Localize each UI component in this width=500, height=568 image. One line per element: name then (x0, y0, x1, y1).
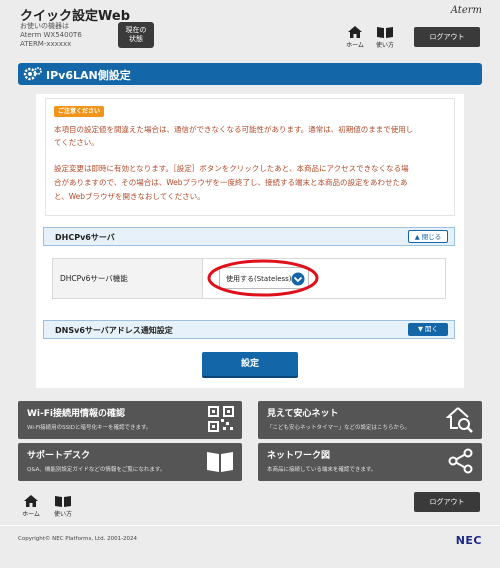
dhcp-section-close-button[interactable]: ▲ 閉じる (408, 230, 448, 243)
dns-section-open-label: 開く (425, 325, 439, 333)
footer-divider (0, 525, 500, 526)
tile-title: Wi-Fi接続用情報の確認 (27, 409, 125, 419)
dns-section-header: DNSv6サーバアドレス通知設定 ▼ 開く (43, 320, 455, 339)
tile-title: サポートデスク (27, 451, 91, 461)
tile-desc: Q&A、機能別設定ガイドなどの情報をご覧になれます。 (27, 467, 166, 473)
home-icon (24, 495, 38, 507)
dns-section-open-button[interactable]: ▼ 開く (408, 323, 448, 336)
warning-text-1: 本項目の設定値を間違えた場合は、通信ができなくなる可能性があります。通常は、初期… (54, 125, 414, 134)
page-title: IPv6LAN側設定 (46, 69, 131, 82)
tile-network-map[interactable]: ネットワーク図 本商品に接続している端末を確認できます。 (258, 443, 482, 481)
warning-text-4: 合がありますので、その場合は、Webブラウザを一度終了し、接続する端末と本商品の… (54, 178, 408, 187)
nav-home-label: ホーム (346, 42, 364, 49)
dhcp-section-header: DHCPv6サーバ ▲ 閉じる (43, 227, 455, 246)
tile-wifi-info[interactable]: Wi-Fi接続用情報の確認 Wi-Fi接続用のSSIDと暗号化キーを確認できます… (18, 401, 242, 439)
nav-home-label: ホーム (22, 511, 40, 518)
apply-button[interactable]: 設定 (202, 352, 298, 376)
house-search-icon (446, 407, 473, 433)
dhcp-section-close-label: 閉じる (421, 233, 442, 241)
tile-support-desk[interactable]: サポートデスク Q&A、機能別設定ガイドなどの情報をご覧になれます。 (18, 443, 242, 481)
nav-help[interactable]: 使い方 (370, 25, 400, 49)
tile-desc: 本商品に接続している端末を確認できます。 (267, 467, 377, 473)
tile-desc: Wi-Fi接続用のSSIDと暗号化キーを確認できます。 (27, 425, 152, 431)
tile-title: ネットワーク図 (267, 451, 331, 461)
dhcp-section-title: DHCPv6サーバ (55, 233, 115, 242)
book-icon (55, 496, 71, 507)
current-status-button[interactable]: 現在の 状態 (118, 22, 154, 48)
nav-help-label: 使い方 (53, 511, 72, 518)
tile-mieru-anshin-net[interactable]: 見えて安心ネット 「こども安心ネットタイマー」などの設定はこちらから。 (258, 401, 482, 439)
logout-button-bottom[interactable]: ログアウト (414, 492, 480, 512)
gear-icon (23, 67, 42, 81)
logout-button[interactable]: ログアウト (414, 27, 480, 47)
book-icon (377, 27, 393, 38)
footer-copyright: Copyright© NEC Platforms, Ltd. 2001-2024 (18, 536, 138, 542)
book-icon (207, 452, 233, 472)
device-caption: お使いの機器は (20, 22, 69, 30)
brand-logo: Aterm (450, 5, 482, 16)
chevron-up-icon: ▲ (414, 233, 420, 241)
device-serial: ATERM-xxxxxx (20, 40, 72, 48)
nav-home-bottom[interactable]: ホーム (16, 494, 46, 518)
warning-text-2: てください。 (54, 138, 99, 147)
warning-text-3: 設定変更は即時に有効となります。［設定］ボタンをクリックしたあと、本商品にアクセ… (54, 164, 409, 173)
highlight-ellipse (207, 259, 319, 297)
network-icon (448, 448, 473, 474)
page-title-bar: IPv6LAN側設定 (18, 63, 482, 85)
chevron-down-icon: ▼ (417, 325, 423, 333)
tile-desc: 「こども安心ネットタイマー」などの設定はこちらから。 (267, 425, 411, 431)
nec-logo: NEC (455, 534, 482, 547)
dhcp-function-label: DHCPv6サーバ機能 (60, 274, 128, 283)
qr-code-icon (208, 406, 234, 432)
device-model: Aterm WX5400T6 (20, 31, 82, 39)
nav-help-bottom[interactable]: 使い方 (48, 494, 78, 518)
tile-title: 見えて安心ネット (267, 409, 339, 419)
warning-text-5: と、Webブラウザを開きなおしてください。 (54, 192, 205, 201)
dns-section-title: DNSv6サーバアドレス通知設定 (55, 326, 173, 335)
setting-label-cell: DHCPv6サーバ機能 (53, 259, 203, 298)
home-icon (348, 26, 362, 38)
nav-help-label: 使い方 (375, 42, 394, 49)
nav-home[interactable]: ホーム (340, 25, 370, 49)
caution-badge: ご注意ください (54, 106, 105, 117)
